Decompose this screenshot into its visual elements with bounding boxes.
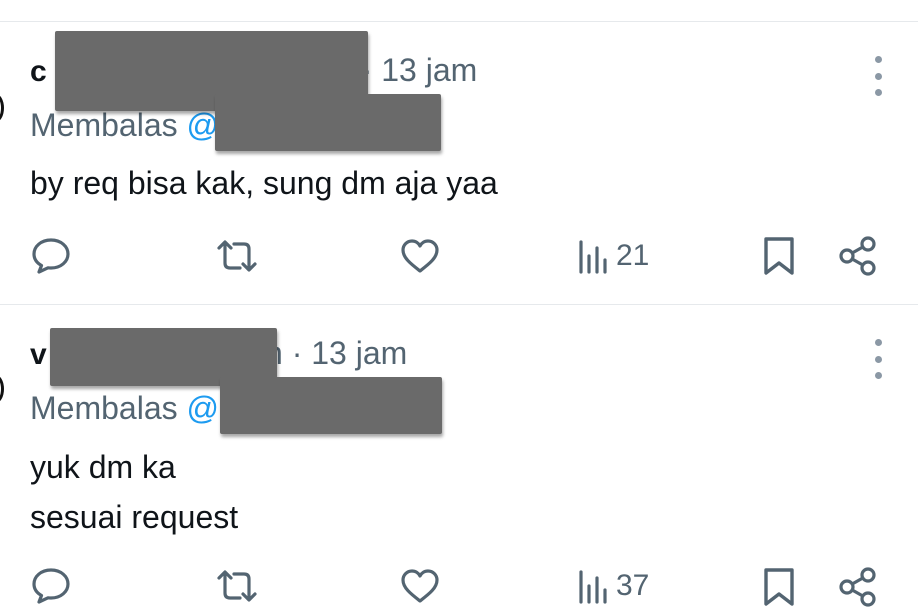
replying-to: Membalas @ [30,107,219,144]
like-icon [401,239,439,273]
more-dot [874,89,882,96]
reply-button[interactable] [30,567,72,605]
author-name[interactable]: c [30,55,47,89]
post-time[interactable]: n · 13 jam [265,335,407,372]
share-button[interactable] [838,566,880,608]
replying-label: Membalas [30,390,178,426]
post-text-line: by req bisa kak, sung dm aja yaa [30,165,498,201]
views-icon [579,240,607,274]
views-count: 21 [616,239,650,272]
bookmark-button[interactable] [762,236,796,276]
more-button[interactable] [866,339,890,379]
more-vertical-icon [874,339,882,346]
views-button[interactable]: 37 [578,568,649,604]
repost-button[interactable] [215,567,259,605]
views-button[interactable]: 21 [578,238,649,274]
redaction-box [215,94,441,151]
more-dot [874,355,882,363]
reply-button[interactable] [30,237,72,275]
reply-post[interactable]: c n · 13 jam Membalas @ by req bisa kak,… [0,22,918,304]
more-vertical-icon [874,56,882,63]
like-button[interactable] [399,238,441,274]
repost-icon [217,570,257,602]
views-count: 37 [616,569,650,602]
views-icon [579,570,607,604]
post-text: by req bisa kak, sung dm aja yaa [30,158,498,208]
like-button[interactable] [399,568,441,604]
replying-handle[interactable]: @ [187,390,219,426]
timestamp: · 13 jam [361,52,478,88]
repost-button[interactable] [215,237,259,275]
repost-icon [217,240,257,272]
share-icon [839,567,876,607]
author-name[interactable]: v [30,338,47,372]
post-text-line: yuk dm ka [30,449,176,485]
reply-icon [32,568,70,604]
avatar[interactable] [0,375,4,403]
reply-icon [32,238,70,274]
redaction-box [220,377,442,434]
more-dot [874,372,882,379]
timestamp: · 13 jam [291,335,408,371]
replying-label: Membalas [30,107,178,143]
replying-to: Membalas @ [30,390,219,427]
share-icon [839,236,876,276]
post-text-line: sesuai request [30,499,239,535]
bookmark-button[interactable] [762,567,796,607]
bookmark-icon [764,568,794,606]
more-dot [874,72,882,80]
reply-post[interactable]: v n · 13 jam Membalas @ yuk dm ka sesuai… [0,305,918,614]
avatar[interactable] [0,94,4,122]
post-text: yuk dm ka sesuai request [30,442,238,542]
like-icon [401,569,439,603]
more-button[interactable] [866,56,890,96]
share-button[interactable] [838,235,880,277]
bookmark-icon [764,237,794,275]
